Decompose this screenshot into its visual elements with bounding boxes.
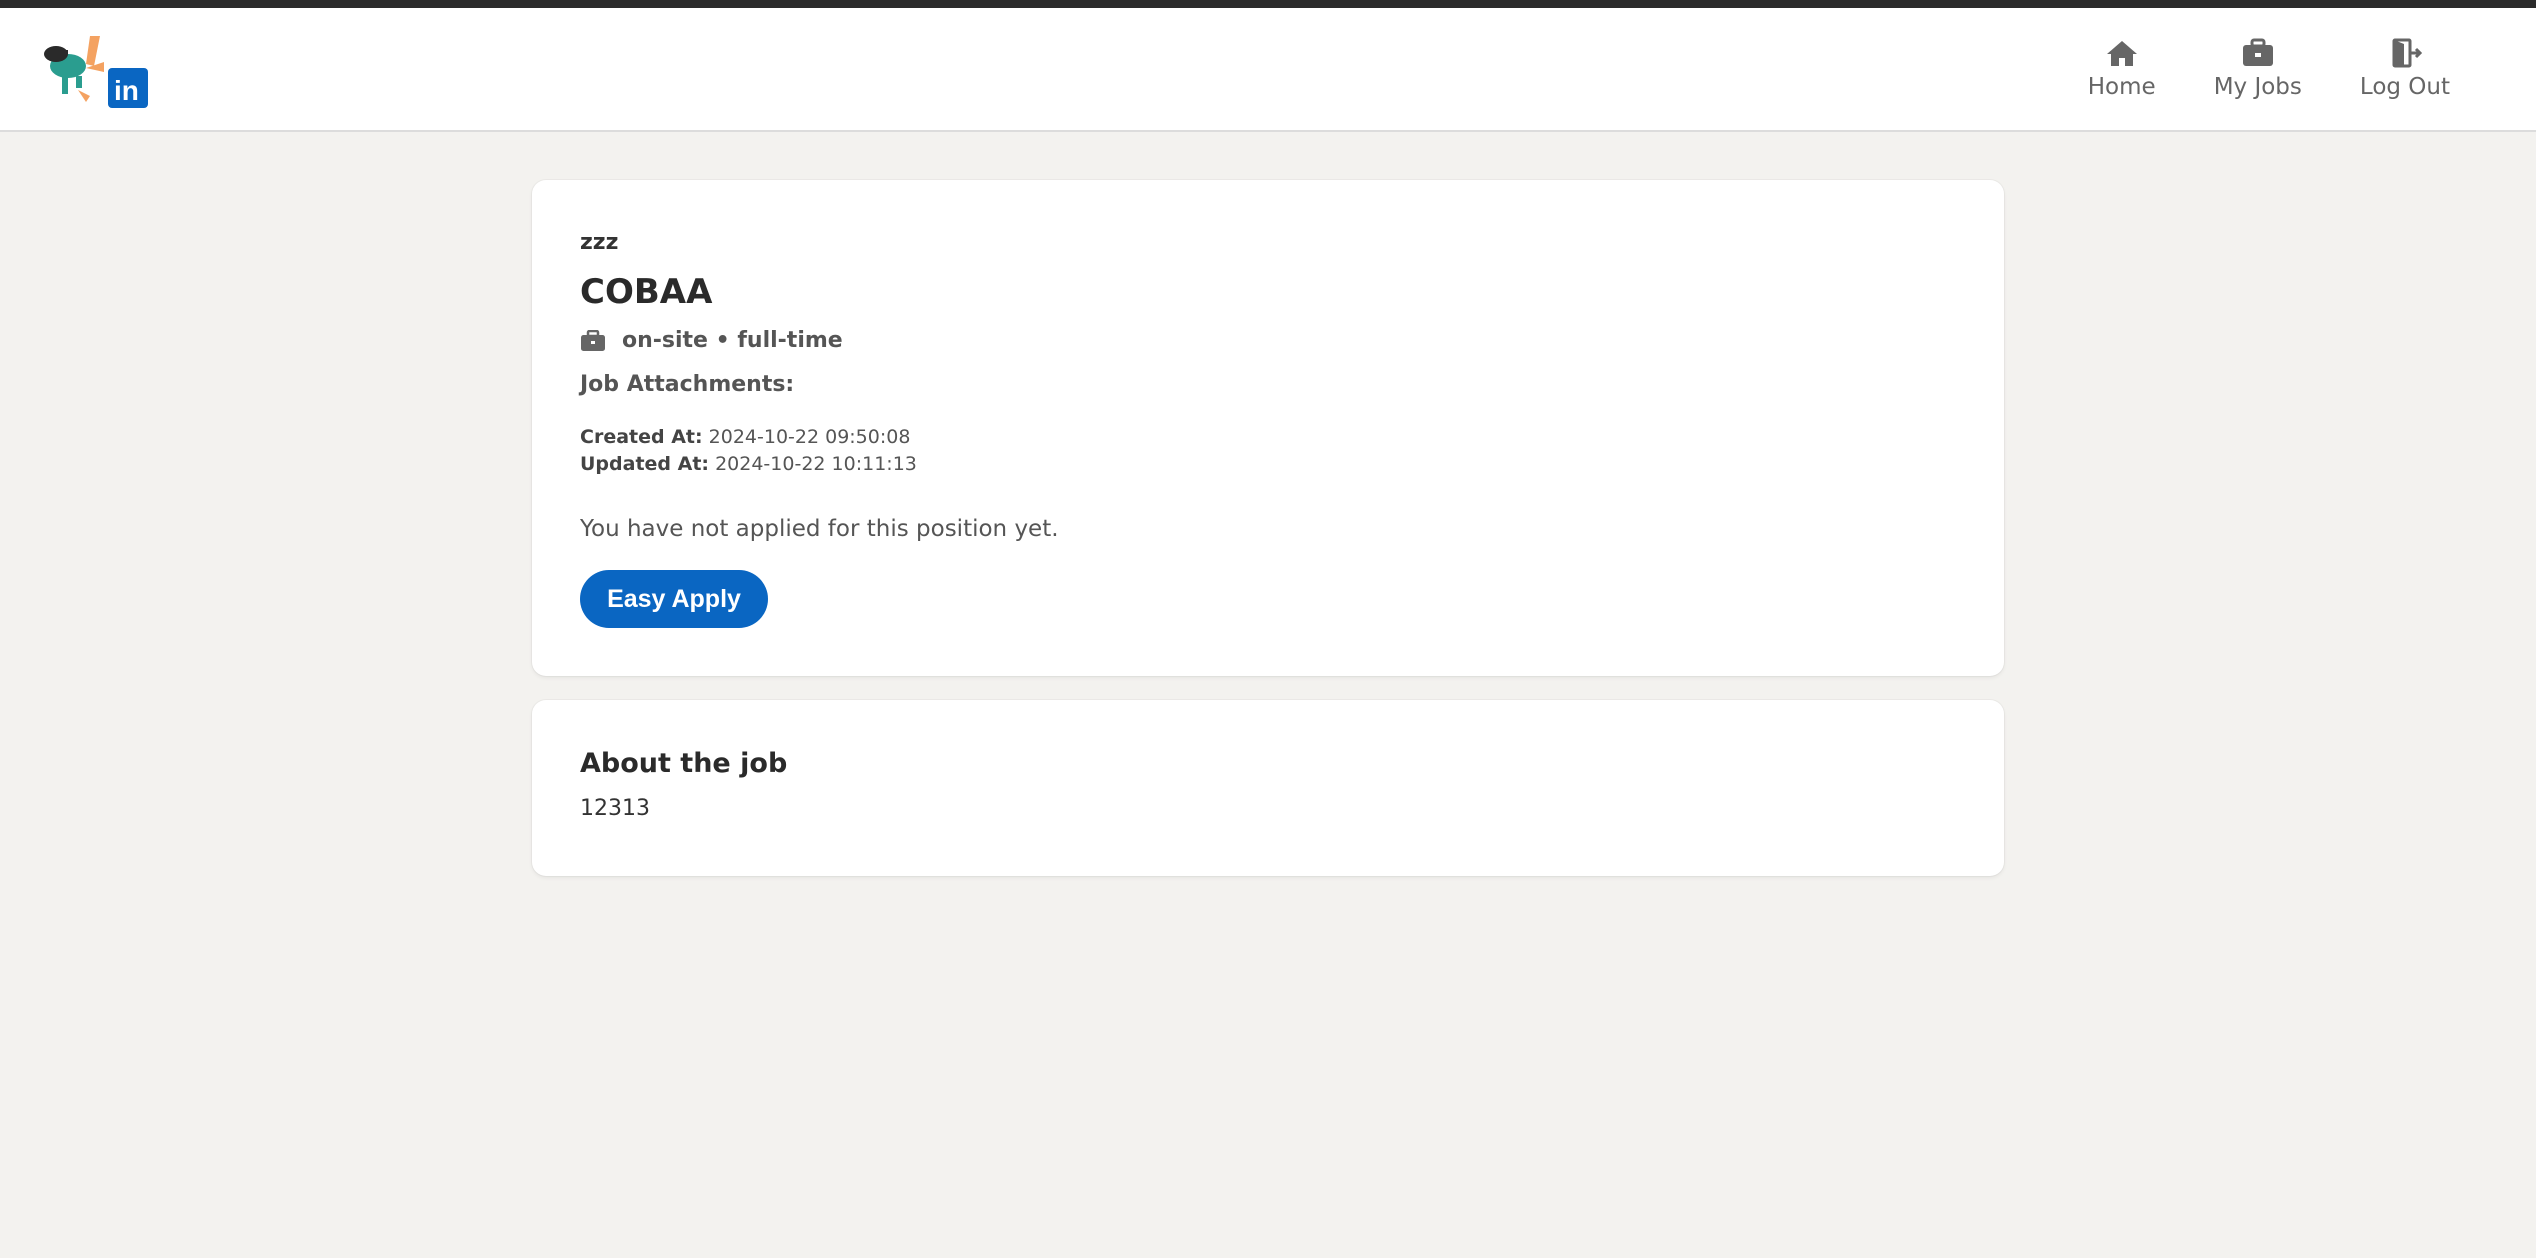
updated-at-value: 2024-10-22 10:11:13 xyxy=(715,453,917,475)
job-details-card: zzz COBAA on-site • full-time Job Attach… xyxy=(532,180,2004,676)
home-icon xyxy=(2106,41,2137,66)
nav-home-label: Home xyxy=(2087,74,2156,100)
application-status: You have not applied for this position y… xyxy=(580,516,1059,542)
company-name: zzz xyxy=(580,230,619,255)
updated-at-label: Updated At: xyxy=(580,453,710,475)
nav-my-jobs-label: My Jobs xyxy=(2213,74,2302,100)
easy-apply-button[interactable]: Easy Apply xyxy=(580,570,768,628)
created-at: Created At: 2024-10-22 09:50:08 xyxy=(580,426,910,448)
job-work-type: on-site • full-time xyxy=(622,328,843,353)
nav-my-jobs[interactable]: My Jobs xyxy=(2214,38,2302,100)
about-job-title: About the job xyxy=(580,748,788,779)
navbar: in Home My Jobs Log Out xyxy=(0,8,2536,132)
created-at-label: Created At: xyxy=(580,426,703,448)
briefcase-icon xyxy=(2242,38,2273,66)
job-title: COBAA xyxy=(580,272,713,312)
nav-logout-label: Log Out xyxy=(2359,74,2450,100)
job-type-row: on-site • full-time xyxy=(580,328,843,353)
updated-at: Updated At: 2024-10-22 10:11:13 xyxy=(580,453,917,475)
logout-icon xyxy=(2392,38,2422,68)
about-job-description: 12313 xyxy=(580,796,650,821)
nav-logout[interactable]: Log Out xyxy=(2360,38,2450,100)
main-nav: Home My Jobs Log Out xyxy=(2088,38,2450,100)
about-job-card: About the job 12313 xyxy=(532,700,2004,876)
site-logo[interactable]: in xyxy=(38,32,162,116)
platypus-linkedin-logo-icon: in xyxy=(44,36,148,108)
created-at-value: 2024-10-22 09:50:08 xyxy=(708,426,911,448)
job-attachments-label: Job Attachments: xyxy=(580,372,795,397)
briefcase-icon xyxy=(581,329,605,351)
svg-text:in: in xyxy=(114,75,139,106)
browser-top-strip xyxy=(0,0,2536,8)
nav-home[interactable]: Home xyxy=(2088,38,2156,100)
